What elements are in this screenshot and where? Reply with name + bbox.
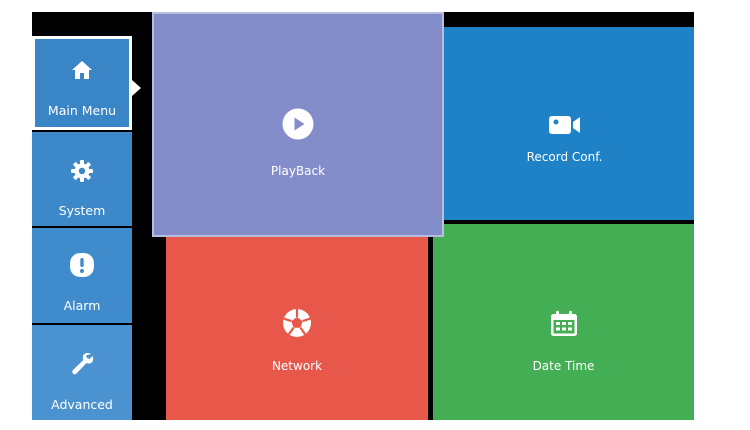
tile-label: Record Conf. [526, 150, 603, 164]
active-indicator-arrow [132, 80, 141, 96]
tile-playback[interactable]: PlayBack [152, 12, 444, 237]
tile-label: Network [271, 359, 323, 373]
play-icon [282, 108, 314, 144]
tile-network[interactable]: Network [166, 224, 428, 420]
sidebar-item-label: Alarm [63, 298, 101, 313]
video-camera-icon [548, 115, 581, 139]
network-icon [282, 308, 312, 342]
sidebar-item-alarm[interactable]: Alarm [32, 228, 132, 323]
alert-icon [69, 252, 95, 282]
gear-icon [71, 160, 93, 186]
sidebar-item-system[interactable]: System [32, 132, 132, 226]
tile-record-conf[interactable]: Record Conf. [435, 27, 694, 220]
tile-label: PlayBack [270, 164, 326, 178]
home-icon [71, 60, 93, 84]
tile-label: Date Time [532, 359, 595, 373]
sidebar-item-label: System [58, 203, 106, 218]
tile-date-time[interactable]: Date Time [433, 224, 694, 420]
sidebar-item-label: Main Menu [47, 103, 117, 118]
wrench-icon [70, 351, 94, 379]
sidebar-item-label: Advanced [51, 397, 113, 412]
calendar-icon [550, 311, 578, 341]
sidebar-item-main-menu[interactable]: Main Menu [32, 36, 132, 130]
sidebar-item-advanced[interactable]: Advanced [32, 325, 132, 420]
main-screen: Main Menu System Alarm Advanced Record C… [32, 12, 694, 420]
